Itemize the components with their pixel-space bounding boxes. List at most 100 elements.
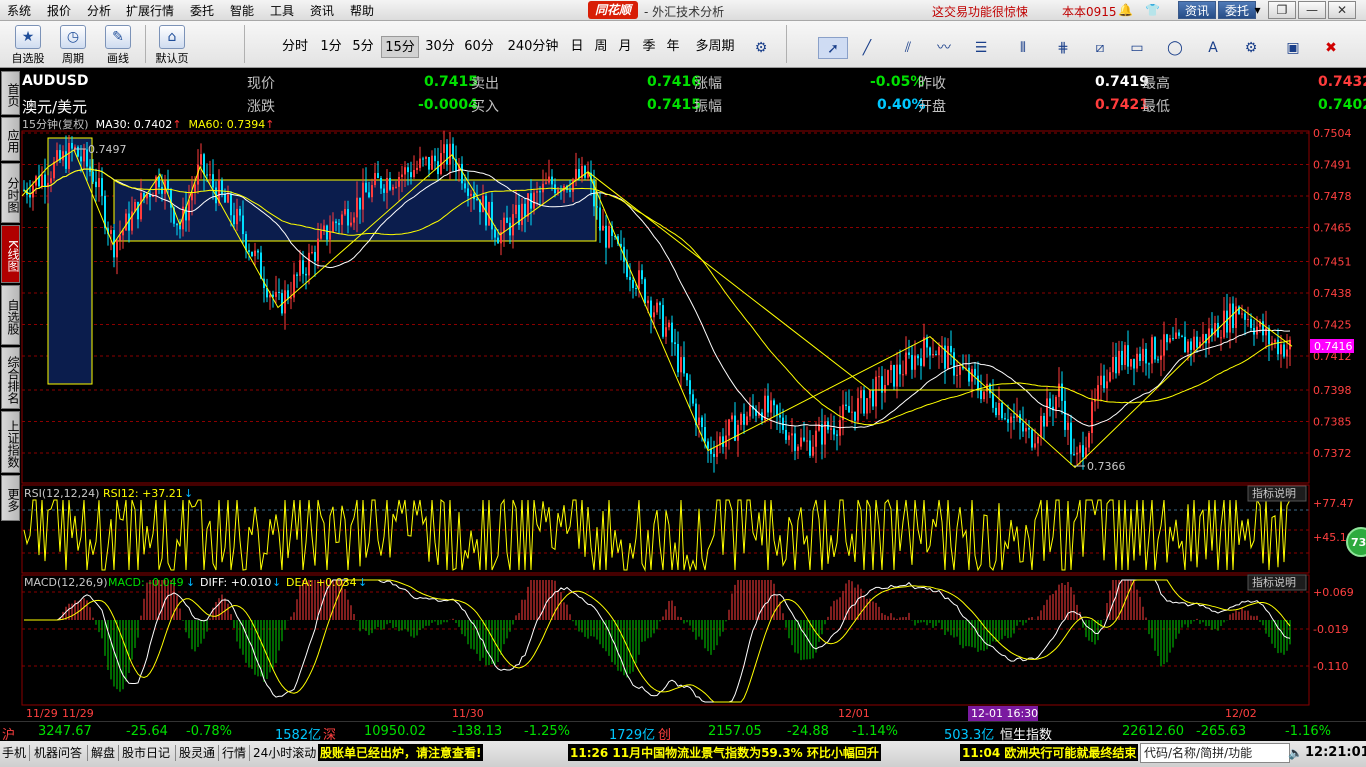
candle-body [542,183,544,193]
news-tab-qa[interactable]: 机器问答 [34,744,82,761]
candle-body [1175,332,1177,339]
candle-body [896,364,898,387]
price-tick-label: 0.7438 [1313,287,1352,300]
candle-body [677,343,679,373]
hsi-index-pct: -1.16% [1285,724,1331,739]
news-ticker-1[interactable]: 股账单已经出炉，请注意查看! [318,744,484,761]
candle-body [815,430,817,447]
candle-body [53,161,55,179]
candle-body [278,291,280,294]
candle-body [629,276,631,281]
candle-body [515,204,517,215]
news-tab-market[interactable]: 行情 [222,744,246,761]
candle-body [770,400,772,413]
candle-body [68,142,70,169]
candle-body [872,390,874,407]
candle-body [1166,334,1168,343]
sh-index-value: 3247.67 [38,724,92,739]
news-ticker-3[interactable]: 11:04 欧洲央行可能就最终结束 [960,744,1139,761]
candle-body [425,156,427,159]
kline-chart[interactable]: 0.7504 0.7491 0.7478 0.7465 0.7451 0.7438 0.74… [0,0,1366,767]
candle-body [374,173,376,186]
candle-body [1208,328,1210,344]
candle-body [1091,401,1093,434]
hsi-index-value: 22612.60 [1122,724,1185,739]
candle-body [731,415,733,420]
code-search-input[interactable]: 代码/名称/简拼/功能 [1140,743,1290,763]
candle-body [716,445,718,457]
news-tab-rolling[interactable]: 24小时滚动 [253,744,316,761]
sound-icon[interactable]: 🔈 [1288,746,1303,761]
rsi-title: RSI(12,12,24) [24,487,99,500]
sz-index-value: 10950.02 [364,724,427,739]
candle-body [203,154,205,175]
candle-body [1148,363,1150,365]
candle-body [206,174,208,176]
candle-body [332,221,334,233]
candle-body [1079,445,1081,453]
candle-body [884,384,886,393]
candle-body [644,279,646,304]
diff-value: DIFF: +0.010 [200,576,271,589]
candle-body [275,291,277,297]
price-tick-label: 0.7451 [1313,255,1352,268]
candle-body [767,395,769,413]
candle-body [449,143,451,165]
rsi-value: RSI12: +37.21 [103,487,183,500]
candle-body [434,155,436,162]
candle-body [1076,452,1078,455]
candle-body [371,185,373,198]
candle-body [1013,416,1015,418]
candle-body [248,250,250,252]
candle-body [887,370,889,385]
news-tab-diary[interactable]: 股市日记 [122,744,170,761]
candle-body [749,405,751,417]
candle-body [668,322,670,328]
news-tab-analysis[interactable]: 解盘 [91,744,115,761]
candle-body [1007,419,1009,423]
candle-body [977,375,979,390]
candle-body [362,182,364,210]
news-tab-mobile[interactable]: 手机 [2,744,26,761]
candle-body [653,312,655,318]
x-label: 11/30 [452,707,484,720]
candle-body [41,174,43,187]
candle-body [95,181,97,188]
candle-body [299,260,301,276]
candle-body [1274,339,1276,343]
candle-body [302,260,304,274]
candle-body [1142,348,1144,361]
candle-body [80,156,82,162]
candle-body [863,390,865,414]
news-ticker-2[interactable]: 11:26 11月中国物流业景气指数为59.3% 环比小幅回升 [568,744,881,761]
candle-body [911,355,913,370]
candle-body [1262,321,1264,336]
candle-body [380,178,382,189]
candle-body [893,364,895,387]
candle-body [491,201,493,230]
candle-body [314,252,316,262]
candle-body [905,352,907,375]
candle-body [176,223,178,226]
candle-body [806,440,808,442]
candle-body [779,415,781,418]
candle-body [683,357,685,374]
candle-body [1226,310,1228,333]
candle-body [416,167,418,171]
candle-body [497,237,499,244]
candle-body [1265,327,1267,336]
candle-body [242,215,244,235]
candle-body [551,176,553,185]
candle-body [1010,416,1012,423]
candle-body [938,346,940,356]
candle-body [83,149,85,162]
news-divider [249,745,250,761]
candle-body [899,364,901,375]
price-tick-label: 0.7478 [1313,190,1352,203]
candle-body [914,355,916,370]
candle-body [632,280,634,289]
candle-body [857,398,859,421]
news-tab-stockinfo[interactable]: 股灵通 [179,744,215,761]
candle-body [1178,332,1180,336]
candle-body [1115,356,1117,374]
